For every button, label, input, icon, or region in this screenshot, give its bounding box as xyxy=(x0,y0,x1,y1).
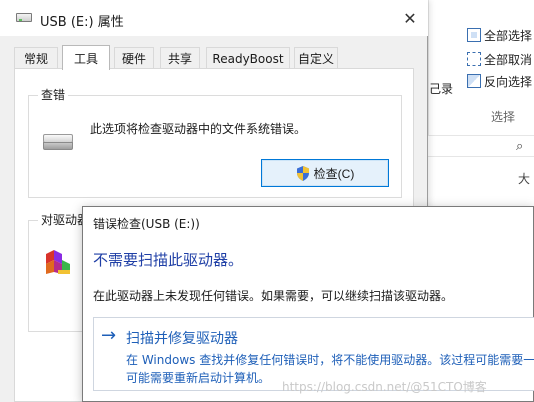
ribbon-select-group: 全部选择 全部取消 反向选择 己录 选择 xyxy=(428,0,534,135)
check-button[interactable]: 检查(C) xyxy=(261,159,389,187)
close-button[interactable]: ✕ xyxy=(396,6,424,30)
uac-shield-icon xyxy=(296,165,309,181)
tab-sharing[interactable]: 共享 xyxy=(160,47,200,69)
tab-customize[interactable]: 自定义 xyxy=(294,47,338,69)
scan-and-repair-title: 扫描并修复驱动器 xyxy=(126,331,238,347)
usb-drive-icon xyxy=(16,13,32,22)
title-bar: USB (E:) 属性 ✕ xyxy=(0,0,428,36)
column-size-fragment: 大 xyxy=(518,172,531,186)
defrag-optimize-icon xyxy=(46,250,70,274)
scan-and-repair-description-line-2: 可能需要重新启动计算机。 xyxy=(126,371,271,385)
scan-and-repair-description-line-1: 在 Windows 查找并修复任何错误时，将不能使用驱动器。该过程可能需要一 xyxy=(126,353,534,367)
error-checking-label: 查错 xyxy=(38,86,69,103)
ribbon-group-label: 选择 xyxy=(491,110,516,124)
hard-drive-icon xyxy=(43,134,73,150)
watermark: https://blog.csdn.net/@51CTO博客 xyxy=(282,380,487,394)
error-checking-description: 此选项将检查驱动器中的文件系统错误。 xyxy=(90,122,307,136)
search-icon[interactable]: ⌕ xyxy=(516,139,523,154)
invert-selection-label: 反向选择 xyxy=(484,74,533,89)
dialog-title: USB (E:) 属性 xyxy=(40,15,124,30)
select-all-button[interactable]: 全部选择 xyxy=(467,26,532,44)
ribbon-record-fragment: 己录 xyxy=(429,82,454,96)
tab-readyboost[interactable]: ReadyBoost xyxy=(206,47,290,69)
error-checking-description: 在此驱动器上未发现任何错误。如果需要，可以继续扫描该驱动器。 xyxy=(93,289,454,303)
error-checking-title: 错误检查(USB (E:)) xyxy=(93,217,200,231)
check-button-label: 检查(C) xyxy=(313,166,355,181)
arrow-right-icon: → xyxy=(101,325,117,346)
select-none-icon xyxy=(467,52,481,66)
select-none-button[interactable]: 全部取消 xyxy=(467,50,532,68)
select-none-label: 全部取消 xyxy=(484,52,533,67)
invert-selection-button[interactable]: 反向选择 xyxy=(467,72,532,90)
error-checking-window: 错误检查(USB (E:)) 不需要扫描此驱动器。 在此驱动器上未发现任何错误。… xyxy=(82,206,534,402)
tab-general[interactable]: 常规 xyxy=(14,47,58,69)
select-all-icon xyxy=(467,28,481,42)
error-checking-heading: 不需要扫描此驱动器。 xyxy=(93,251,244,269)
tab-hardware[interactable]: 硬件 xyxy=(114,47,154,69)
invert-selection-icon xyxy=(467,74,481,88)
select-all-label: 全部选择 xyxy=(484,28,533,43)
tab-tools[interactable]: 工具 xyxy=(62,45,110,70)
